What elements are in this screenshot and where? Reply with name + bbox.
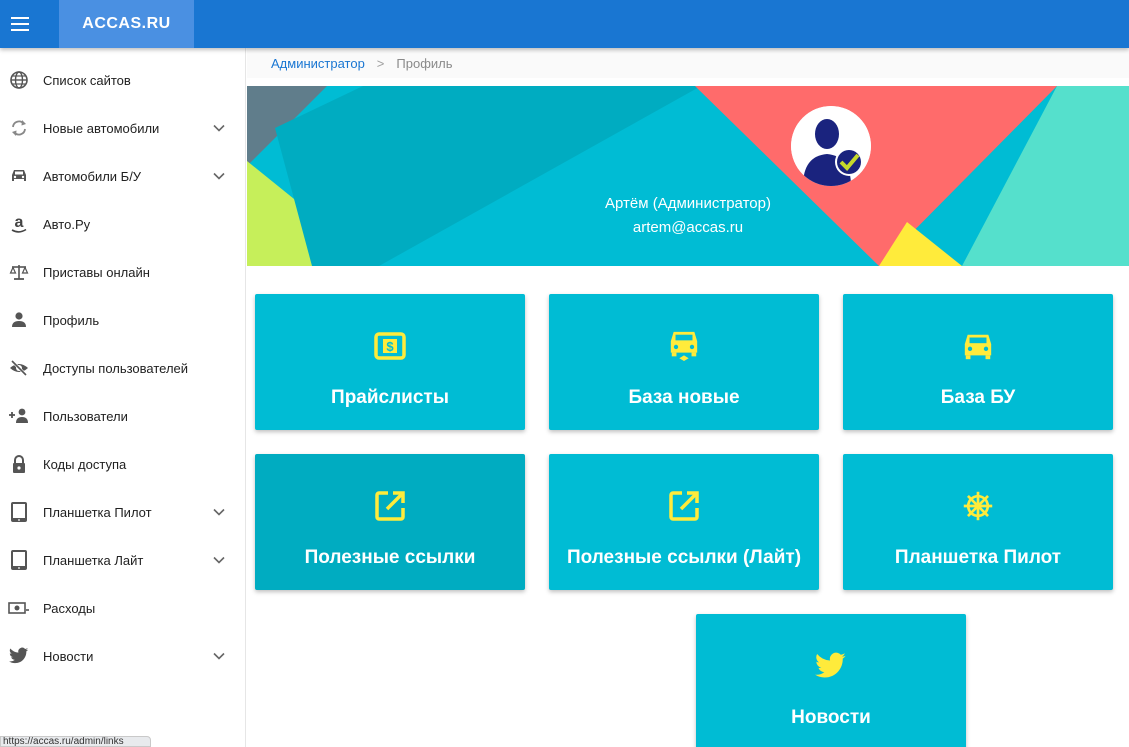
menu-button[interactable]	[0, 0, 40, 48]
avatar	[791, 106, 871, 186]
tile-label: Новости	[791, 707, 871, 728]
sidebar-item-used-cars[interactable]: Автомобили Б/У	[0, 152, 246, 200]
sidebar-item-label: Приставы онлайн	[43, 264, 150, 280]
chevron-down-icon[interactable]	[211, 168, 227, 184]
car-icon	[962, 330, 994, 362]
tile-useful-links[interactable]: Полезные ссылки	[255, 454, 525, 590]
sidebar-item-label: Новости	[43, 648, 94, 664]
breadcrumb-current: Профиль	[396, 55, 453, 71]
sidebar-item-access-codes[interactable]: Коды доступа	[0, 440, 246, 488]
profile-banner: Артём (Администратор) artem@accas.ru	[247, 86, 1129, 266]
twitter-icon	[815, 650, 847, 682]
sidebar-item-tablet-pilot[interactable]: Планшетка Пилот	[0, 488, 246, 536]
sidebar-item-sites[interactable]: Список сайтов	[0, 56, 246, 104]
car-sync-icon	[668, 330, 700, 362]
admin-user-icon	[791, 106, 871, 186]
banner-background	[247, 86, 1129, 266]
tile-label: Прайслисты	[331, 387, 449, 408]
sidebar-item-label: Пользователи	[43, 408, 128, 424]
svg-text:a: a	[15, 214, 24, 231]
amazon-icon: a	[8, 213, 30, 235]
sidebar: Список сайтов Новые автомобили Автомобил…	[0, 48, 246, 747]
sidebar-item-label: Профиль	[43, 312, 100, 328]
sidebar-item-label: Расходы	[43, 600, 96, 616]
balance-scale-icon	[8, 261, 30, 283]
sidebar-item-label: Новые автомобили	[43, 120, 160, 136]
profile-email: artem@accas.ru	[632, 219, 744, 236]
breadcrumb-link-admin[interactable]: Администратор	[271, 56, 365, 71]
sidebar-item-users[interactable]: Пользователи	[0, 392, 246, 440]
ship-wheel-icon	[962, 490, 994, 522]
tile-new-base[interactable]: База новые	[549, 294, 819, 430]
app-bar: ACCAS.RU	[0, 0, 1129, 48]
dollar-box-icon: $	[374, 330, 406, 362]
sidebar-item-profile[interactable]: Профиль	[0, 296, 246, 344]
person-add-icon	[8, 405, 30, 427]
status-bar-url: https://accas.ru/admin/links	[0, 736, 151, 747]
eye-off-icon	[8, 357, 30, 379]
tablet-icon	[8, 501, 30, 523]
tablet-icon	[8, 549, 30, 571]
sidebar-item-label: Список сайтов	[43, 72, 131, 88]
person-icon	[8, 309, 30, 331]
tile-tablet-pilot[interactable]: Планшетка Пилот	[843, 454, 1113, 590]
sidebar-item-expenses[interactable]: Расходы	[0, 584, 246, 632]
sidebar-item-label: Планшетка Лайт	[43, 552, 144, 568]
sidebar-item-news[interactable]: Новости	[0, 632, 246, 680]
chevron-down-icon[interactable]	[211, 648, 227, 664]
tile-label: База новые	[628, 387, 740, 408]
sync-icon	[8, 117, 30, 139]
tile-pricelists[interactable]: $ Прайслисты	[255, 294, 525, 430]
lock-icon	[8, 453, 30, 475]
money-icon	[8, 597, 30, 619]
brand-logo[interactable]: ACCAS.RU	[59, 0, 194, 48]
chevron-down-icon[interactable]	[211, 504, 227, 520]
chevron-down-icon[interactable]	[211, 120, 227, 136]
hamburger-icon	[11, 17, 29, 31]
chevron-down-icon[interactable]	[211, 552, 227, 568]
tile-label: База БУ	[940, 387, 1016, 408]
breadcrumb-separator: >	[376, 55, 385, 71]
sidebar-item-bailiffs[interactable]: Приставы онлайн	[0, 248, 246, 296]
open-external-icon	[668, 490, 700, 522]
tile-label: Полезные ссылки (Лайт)	[566, 547, 802, 568]
sidebar-item-tablet-lite[interactable]: Планшетка Лайт	[0, 536, 246, 584]
sidebar-item-label: Коды доступа	[43, 456, 127, 472]
twitter-icon	[8, 645, 30, 667]
tile-label: Полезные ссылки	[304, 547, 476, 568]
tile-label: Планшетка Пилот	[894, 547, 1062, 568]
open-external-icon	[374, 490, 406, 522]
profile-name: Артём (Администратор)	[605, 195, 771, 212]
sidebar-item-label: Авто.Ру	[43, 216, 91, 232]
tile-news[interactable]: Новости	[696, 614, 966, 747]
sidebar-item-label: Автомобили Б/У	[43, 168, 142, 184]
sidebar-item-new-cars[interactable]: Новые автомобили	[0, 104, 246, 152]
car-icon	[8, 165, 30, 187]
breadcrumb: Администратор > Профиль	[247, 48, 1129, 78]
tile-used-base[interactable]: База БУ	[843, 294, 1113, 430]
svg-text:$: $	[386, 339, 394, 354]
tile-useful-links-lite[interactable]: Полезные ссылки (Лайт)	[549, 454, 819, 590]
globe-icon	[8, 69, 30, 91]
sidebar-item-user-access[interactable]: Доступы пользователей	[0, 344, 246, 392]
sidebar-item-label: Планшетка Пилот	[43, 504, 152, 520]
sidebar-item-auto-ru[interactable]: a Авто.Ру	[0, 200, 246, 248]
sidebar-item-label: Доступы пользователей	[43, 360, 189, 376]
